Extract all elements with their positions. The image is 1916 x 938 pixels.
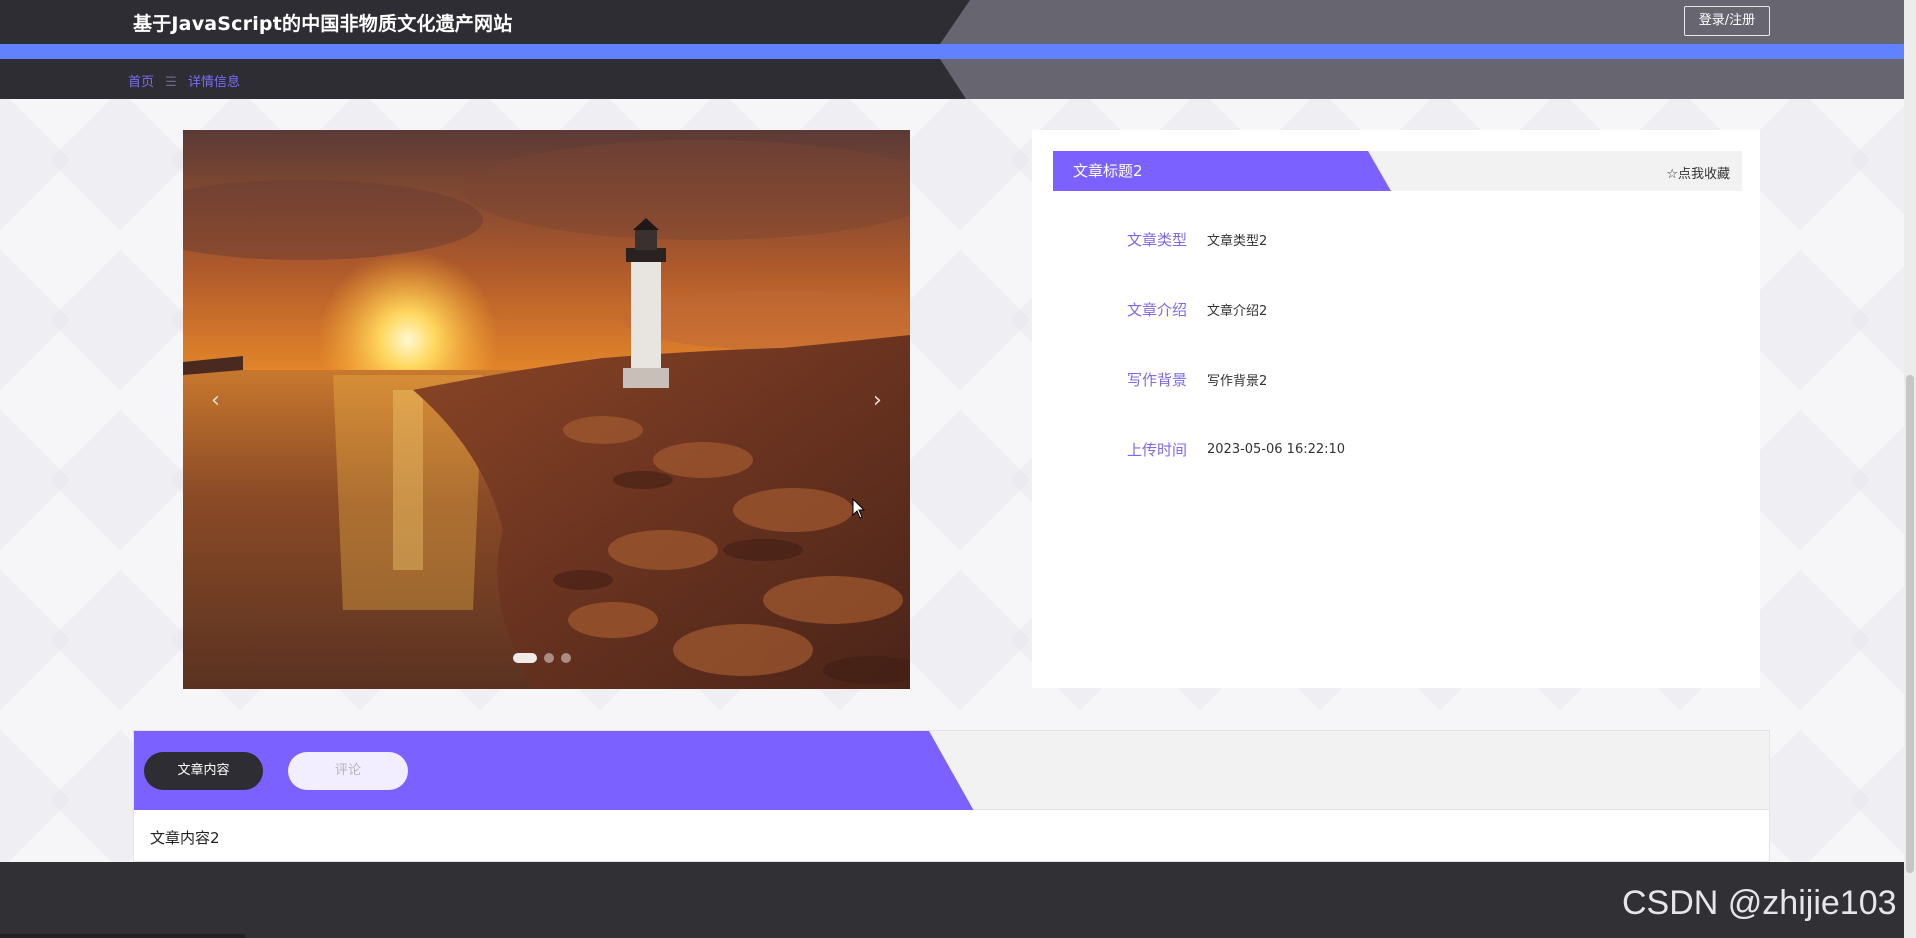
field-label: 文章类型 <box>1126 231 1187 249</box>
field-row: 上传时间 2023-05-06 16:22:10 <box>1092 439 1345 460</box>
breadcrumb-current[interactable]: 详情信息 <box>188 75 240 90</box>
breadcrumb-grey-panel <box>940 59 1904 99</box>
footer-underline <box>0 934 245 938</box>
page-scrollbar[interactable] <box>1904 0 1916 938</box>
article-title: 文章标题2 <box>1053 151 1391 191</box>
site-title[interactable]: 基于JavaScript的中国非物质文化遗产网站 <box>133 9 512 36</box>
watermark-text: CSDN @zhijie103 <box>1622 884 1897 922</box>
tab-content-panel: 文章内容2 <box>133 810 1770 862</box>
article-info-panel: 文章标题2 ☆点我收藏 文章类型 文章类型2 文章介绍 文章介绍2 写作背景 写… <box>1032 130 1760 688</box>
field-value: 文章介绍2 <box>1207 304 1268 319</box>
top-header: 基于JavaScript的中国非物质文化遗产网站 登录/注册 <box>0 0 1904 44</box>
lighthouse-sunset-image <box>183 130 910 689</box>
favorite-button[interactable]: ☆点我收藏 <box>1666 163 1730 182</box>
article-title-bar: 文章标题2 ☆点我收藏 <box>1053 151 1742 191</box>
accent-divider <box>0 44 1904 59</box>
field-row: 文章介绍 文章介绍2 <box>1092 299 1267 320</box>
field-row: 文章类型 文章类型2 <box>1092 229 1267 250</box>
carousel-dot[interactable] <box>513 653 537 663</box>
field-value: 写作背景2 <box>1207 374 1268 389</box>
mouse-pointer-icon <box>852 498 866 519</box>
field-value: 文章类型2 <box>1207 234 1268 249</box>
breadcrumb-separator-icon: ☰ <box>165 75 177 90</box>
breadcrumb: 首页 ☰ 详情信息 <box>128 71 247 90</box>
field-label: 上传时间 <box>1126 441 1187 459</box>
breadcrumb-home-link[interactable]: 首页 <box>128 75 154 90</box>
article-content-text: 文章内容2 <box>150 829 220 847</box>
field-row: 写作背景 写作背景2 <box>1092 369 1267 390</box>
field-label: 文章介绍 <box>1126 301 1187 319</box>
tab-comments[interactable]: 评论 <box>288 752 408 790</box>
footer <box>0 862 1904 938</box>
field-value: 2023-05-06 16:22:10 <box>1207 442 1346 457</box>
scrollbar-thumb[interactable] <box>1906 375 1914 873</box>
image-carousel[interactable]: ‹ › <box>183 130 910 689</box>
carousel-dot[interactable] <box>561 653 571 663</box>
login-register-button[interactable]: 登录/注册 <box>1684 6 1770 36</box>
breadcrumb-bar: 首页 ☰ 详情信息 <box>0 59 1904 99</box>
carousel-next-icon[interactable]: › <box>873 388 882 413</box>
tab-article-content[interactable]: 文章内容 <box>144 752 263 790</box>
carousel-prev-icon[interactable]: ‹ <box>211 388 220 413</box>
tabs-bar: 文章内容 评论 <box>133 730 1770 811</box>
carousel-indicators <box>513 653 571 663</box>
carousel-dot[interactable] <box>544 653 554 663</box>
field-label: 写作背景 <box>1126 371 1187 389</box>
